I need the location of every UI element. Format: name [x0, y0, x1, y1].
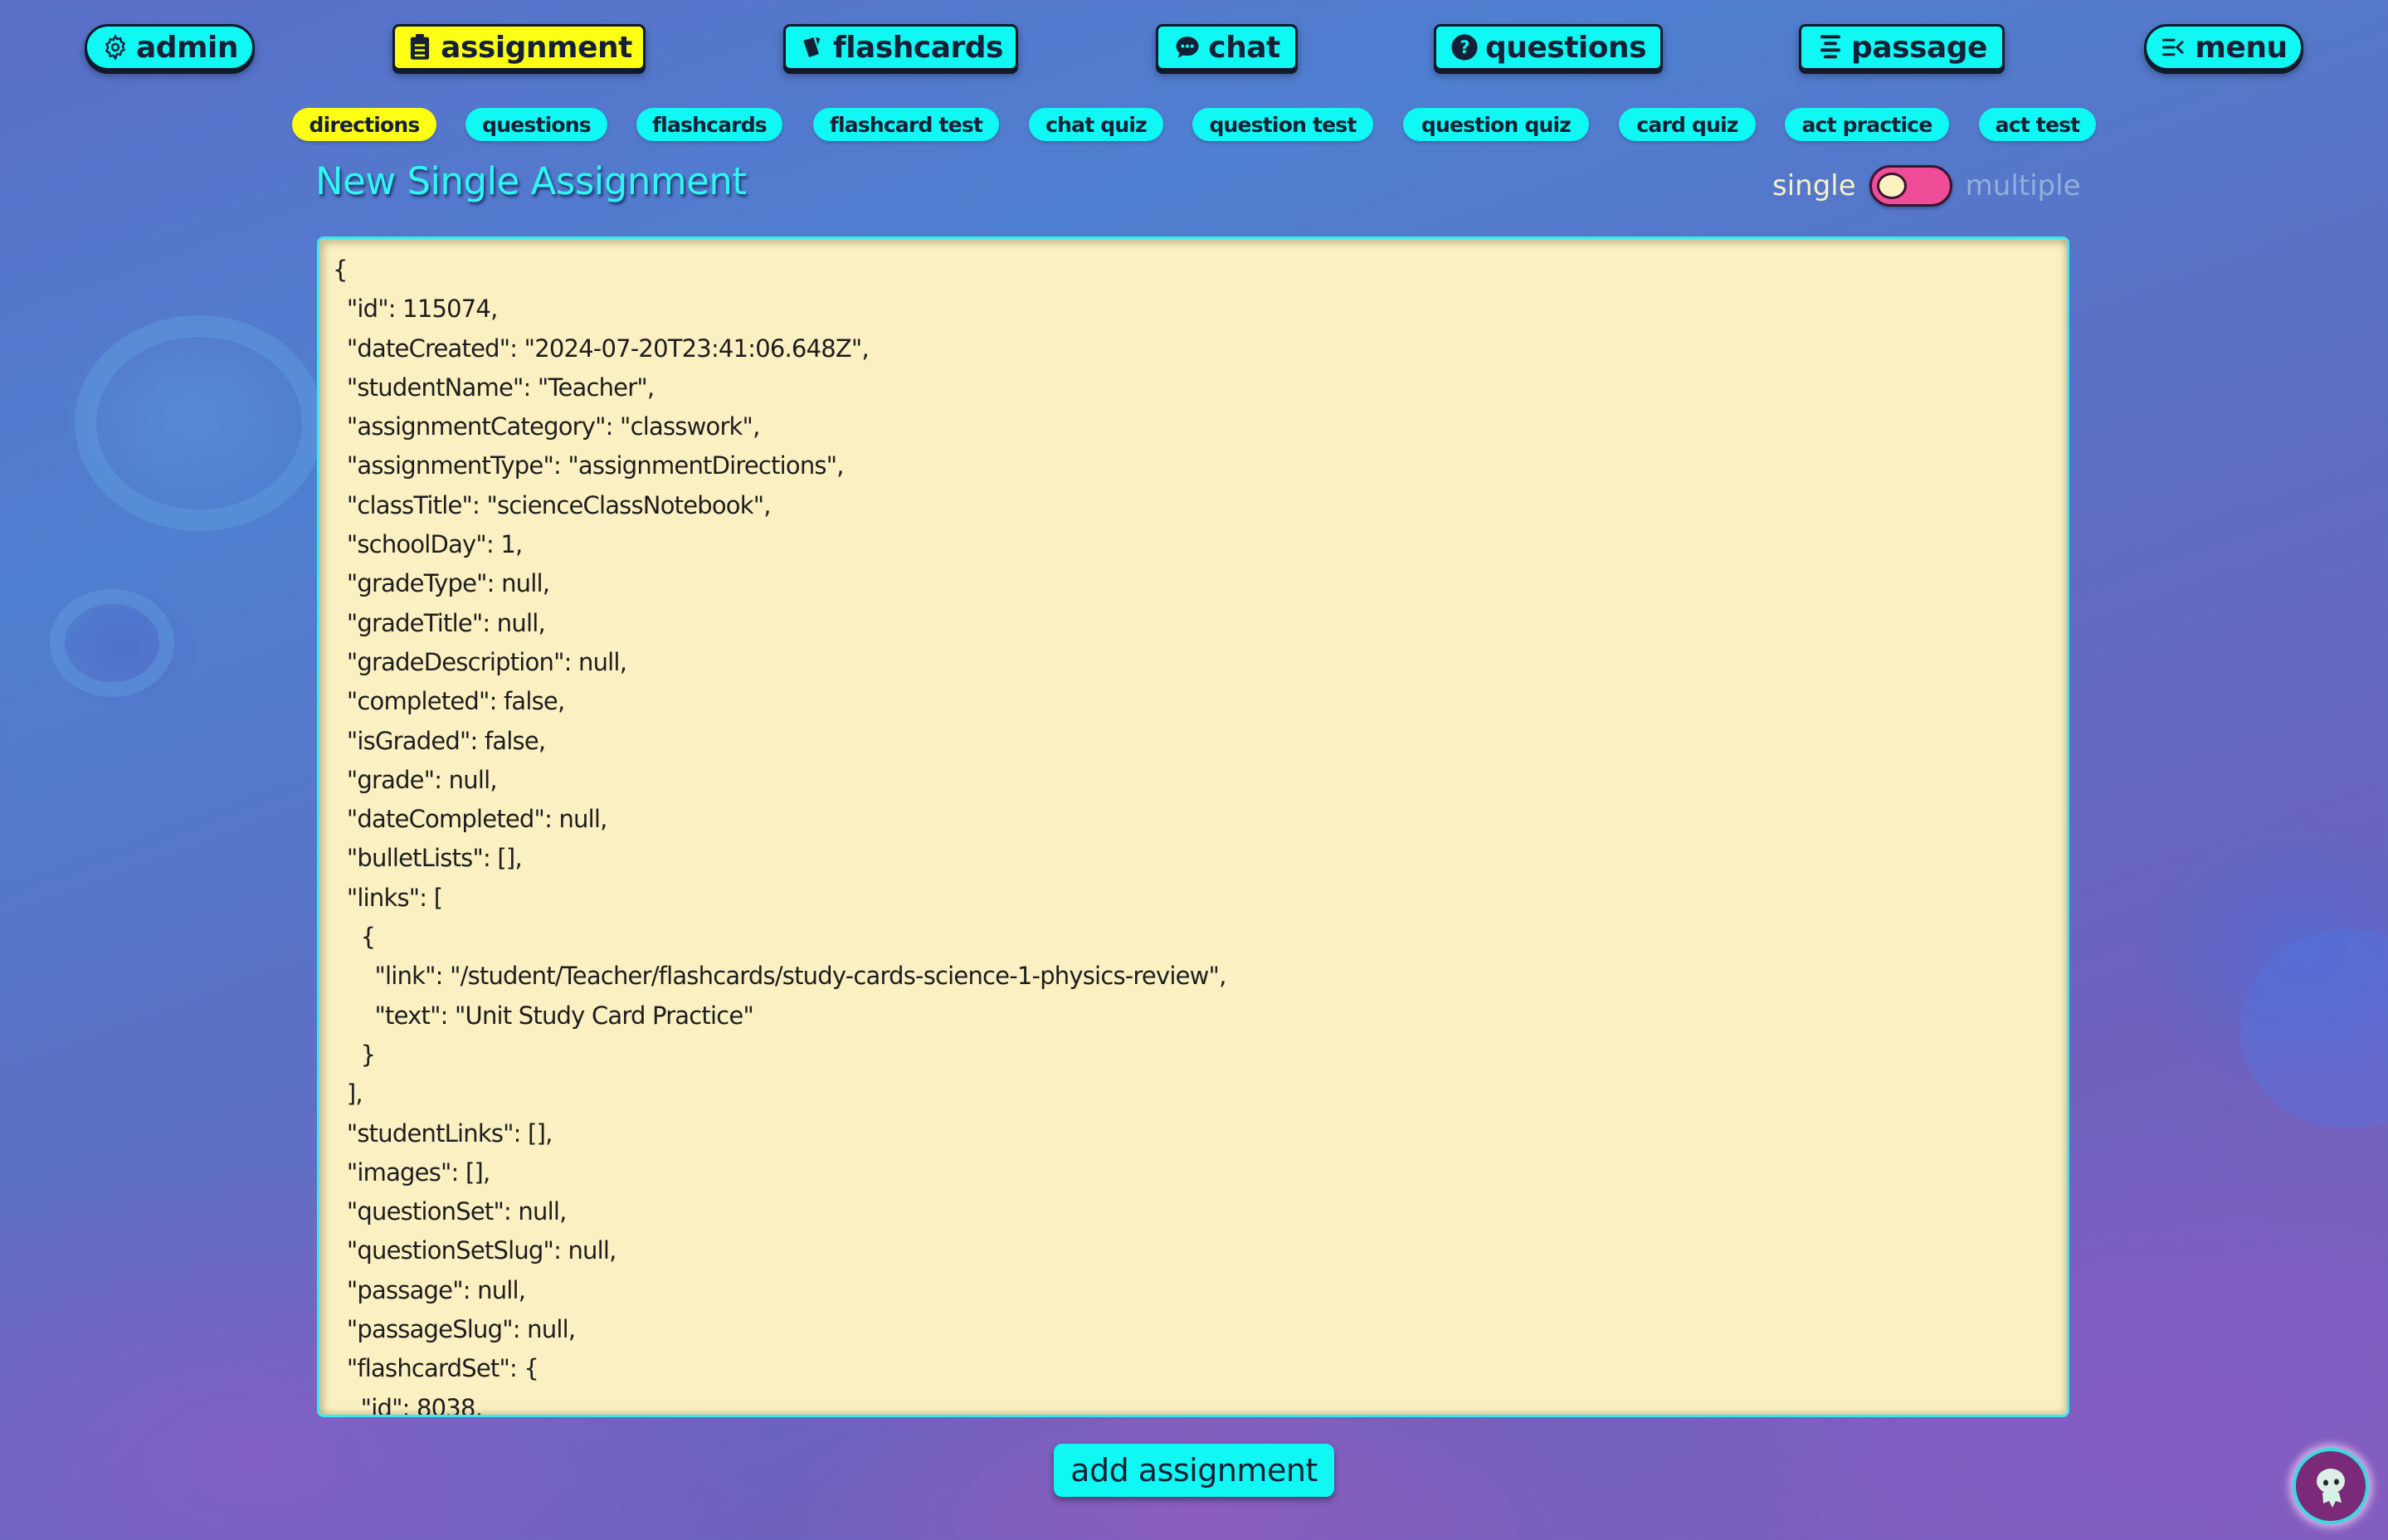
background-decoration	[2240, 929, 2388, 1128]
nav-flashcards-label: flashcards	[833, 30, 1003, 65]
subnav-chat-quiz[interactable]: chat quiz	[1029, 108, 1163, 141]
clipboard-icon	[406, 33, 434, 61]
subnav-act-practice[interactable]: act practice	[1785, 108, 1949, 141]
nav-admin-button[interactable]: admin	[85, 24, 255, 71]
subnav-question-quiz[interactable]: question quiz	[1403, 108, 1589, 141]
nav-passage-button[interactable]: passage	[1799, 24, 2005, 71]
subnav-question-test[interactable]: question test	[1192, 108, 1373, 141]
background-decoration	[75, 315, 324, 531]
avatar[interactable]	[2293, 1448, 2369, 1524]
nav-menu-label: menu	[2195, 30, 2288, 65]
toggle-knob	[1876, 173, 1907, 199]
mode-multiple-label[interactable]: multiple	[1966, 169, 2081, 202]
subnav-directions[interactable]: directions	[292, 108, 436, 141]
nav-assignment-label: assignment	[441, 30, 632, 65]
nav-flashcards-button[interactable]: flashcards	[783, 24, 1018, 71]
subnav-card-quiz[interactable]: card quiz	[1619, 108, 1756, 141]
ghost-avatar-icon	[2317, 1469, 2345, 1508]
single-multiple-toggle[interactable]	[1869, 165, 1952, 207]
gear-icon	[101, 33, 129, 61]
nav-passage-label: passage	[1851, 30, 1987, 65]
subnav-flashcard-test[interactable]: flashcard test	[813, 108, 999, 141]
background-decoration	[50, 589, 174, 697]
nav-menu-button[interactable]: menu	[2144, 24, 2303, 71]
nav-questions-label: questions	[1484, 30, 1647, 65]
mode-toggle-group: single multiple	[1772, 163, 2081, 209]
nav-assignment-button[interactable]: assignment	[392, 24, 646, 71]
svg-text:?: ?	[1460, 37, 1469, 58]
cards-icon	[798, 33, 826, 61]
page-title: New Single Assignment	[315, 159, 747, 203]
nav-chat-label: chat	[1208, 30, 1280, 65]
question-circle-icon: ?	[1450, 33, 1479, 61]
subnav-act-test[interactable]: act test	[1979, 108, 2096, 141]
menu-collapse-icon	[2160, 33, 2188, 61]
assignment-json-editor[interactable]	[317, 236, 2069, 1417]
nav-admin-label: admin	[135, 30, 239, 65]
add-assignment-button[interactable]: add assignment	[1054, 1444, 1334, 1497]
text-lines-icon	[1816, 33, 1845, 61]
subnav-flashcards[interactable]: flashcards	[636, 108, 782, 141]
subnav-questions[interactable]: questions	[465, 108, 607, 141]
nav-chat-button[interactable]: chat	[1156, 24, 1298, 71]
chat-bubble-icon	[1173, 33, 1201, 61]
mode-single-label[interactable]: single	[1772, 169, 1856, 202]
nav-questions-button[interactable]: ? questions	[1434, 24, 1663, 71]
